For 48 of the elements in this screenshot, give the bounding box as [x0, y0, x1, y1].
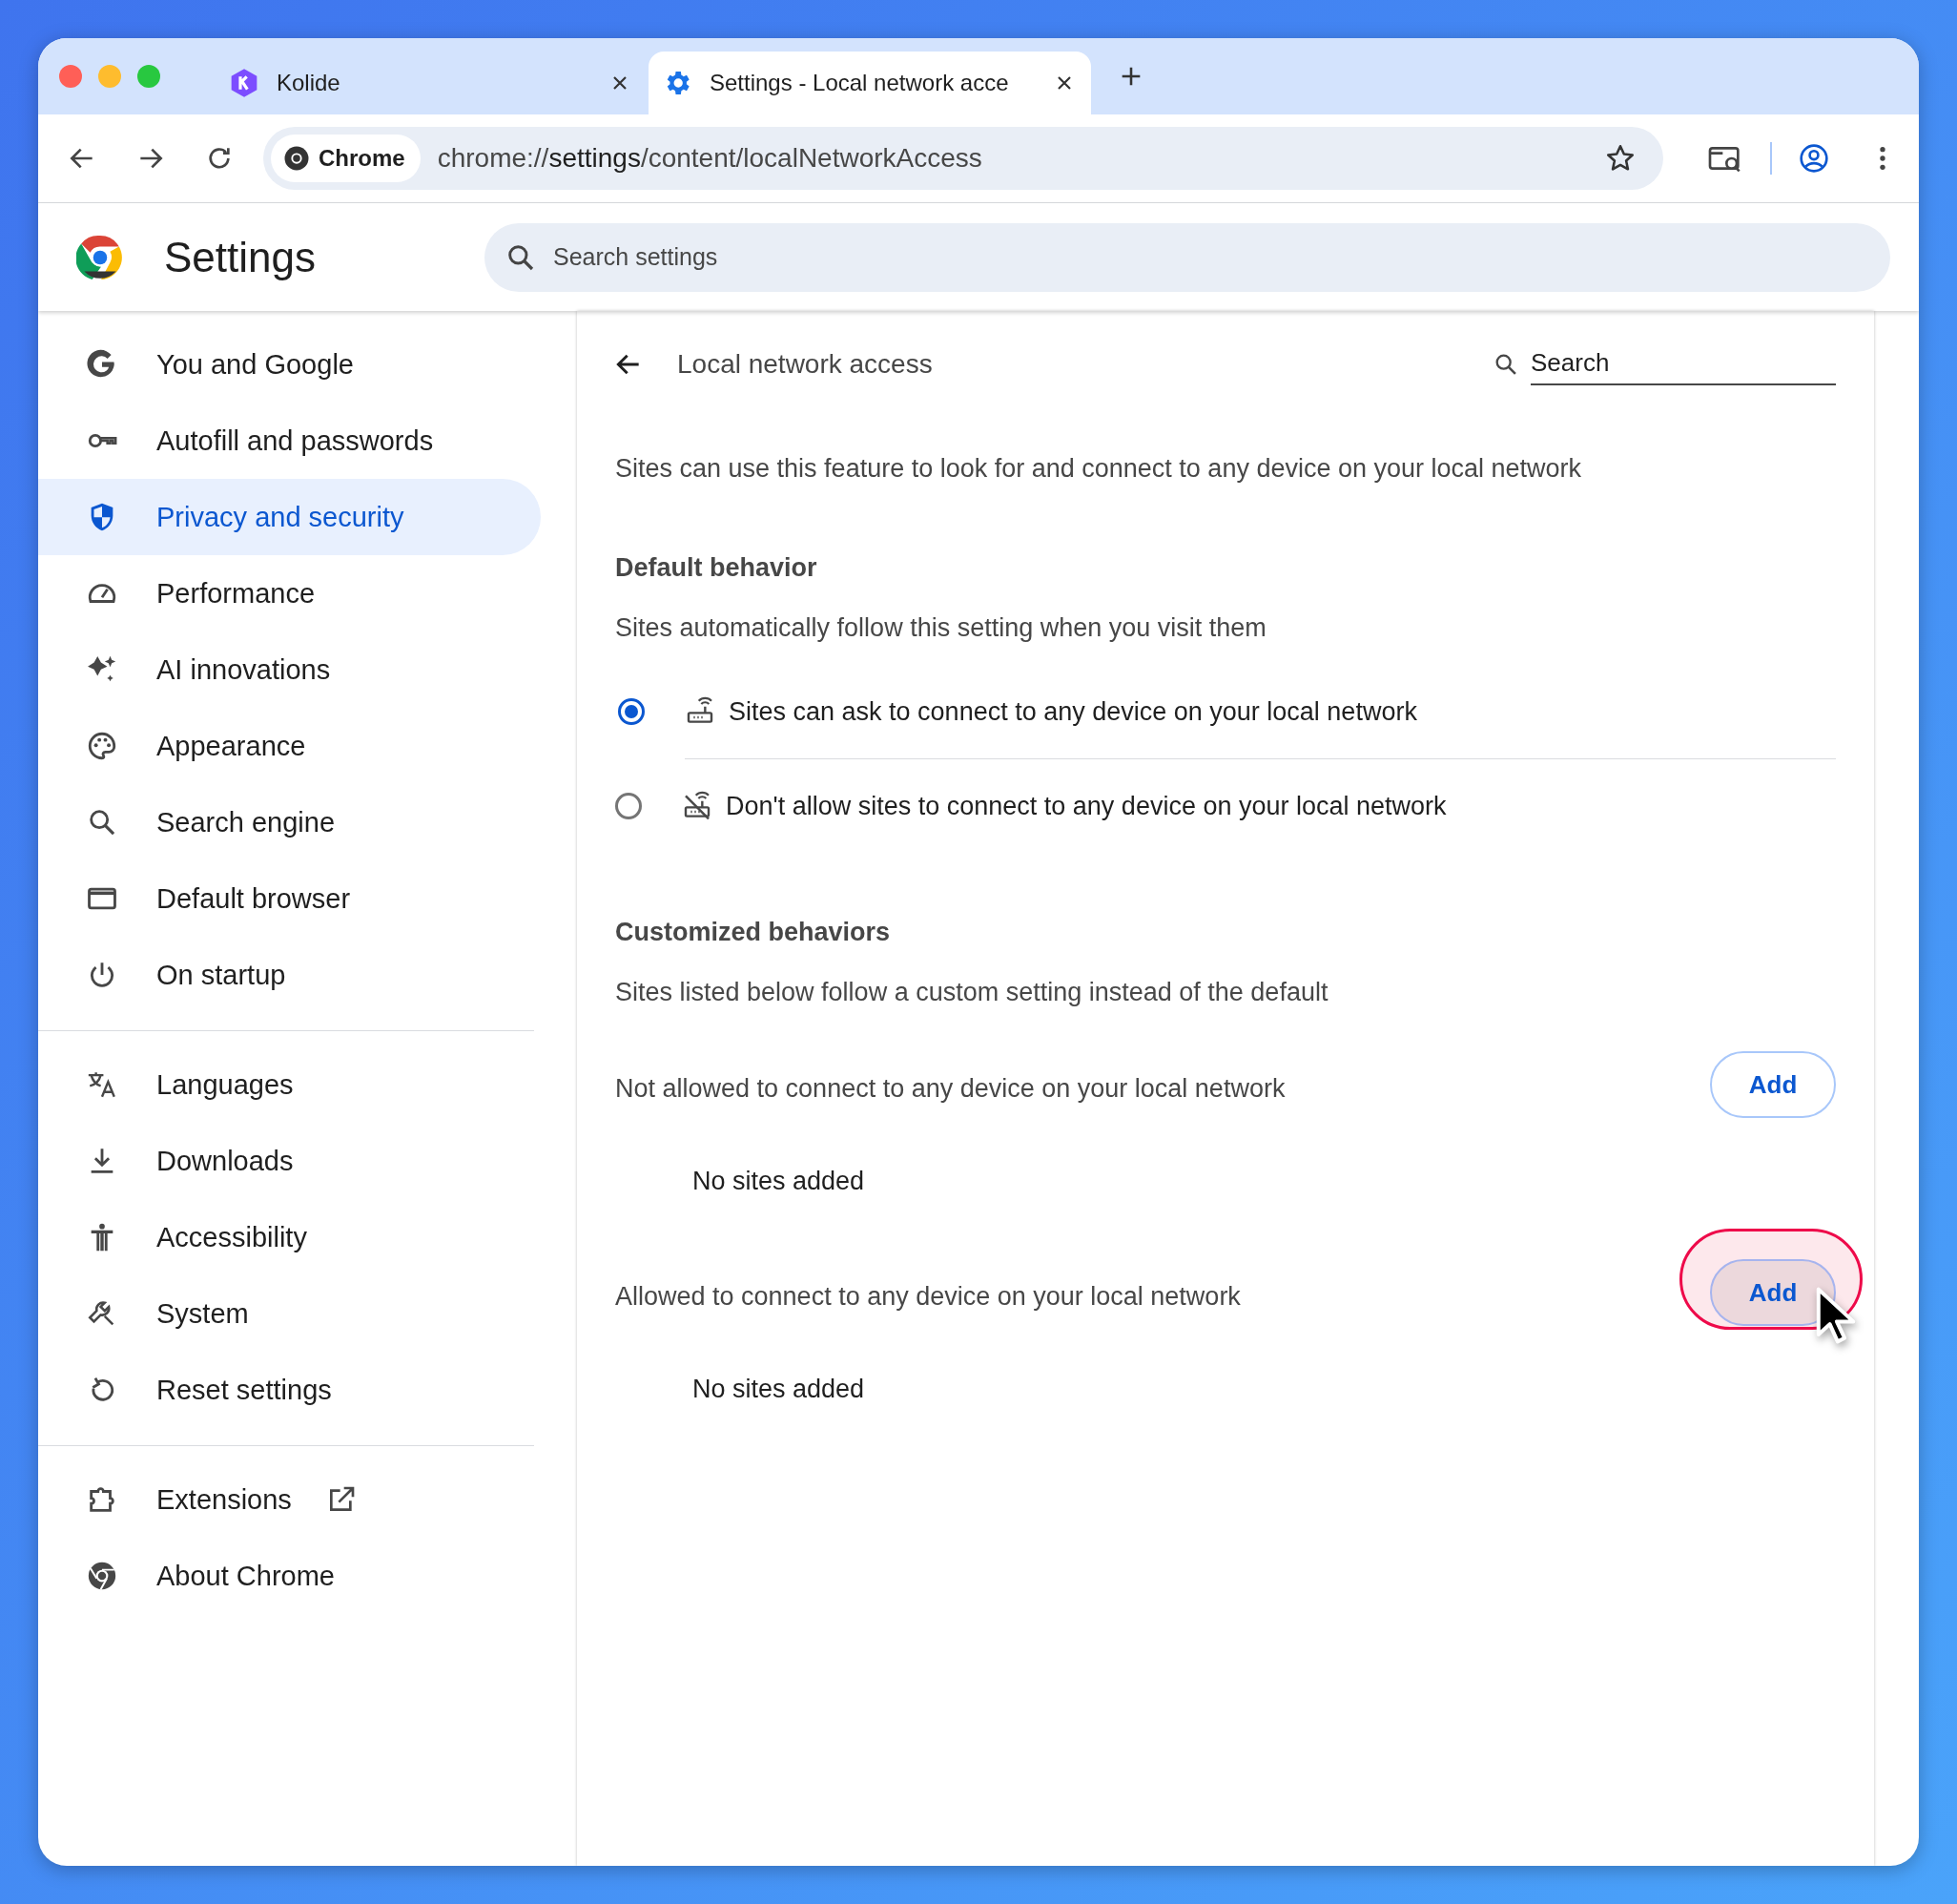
sidebar-item[interactable]: Performance — [38, 555, 541, 631]
section-subtitle: Sites automatically follow this setting when you visit them — [615, 612, 1267, 644]
router-blocked-icon — [682, 791, 712, 821]
address-bar[interactable]: Chrome chrome://settings/content/localNetworkAccess — [263, 127, 1663, 190]
sidebar-item[interactable]: System — [38, 1275, 541, 1352]
sidebar-item[interactable]: Languages — [38, 1046, 541, 1123]
sidebar-item[interactable]: AI innovations — [38, 631, 541, 708]
tab-title: Kolide — [277, 70, 341, 96]
sidebar-item[interactable]: Search engine — [38, 784, 541, 860]
chrome-icon — [86, 1560, 118, 1592]
search-field[interactable]: Search settings — [484, 222, 1890, 292]
empty-list-text: No sites added — [692, 1166, 866, 1197]
chrome-icon — [282, 144, 311, 173]
sidebar-item[interactable]: Downloads — [38, 1123, 541, 1199]
radio-label: Don't allow sites to connect to any device on your local network — [726, 791, 1447, 821]
palette-icon — [86, 730, 118, 762]
sidebar-item[interactable]: Extensions — [38, 1461, 541, 1538]
sidebar-item[interactable]: Privacy and security — [38, 479, 541, 555]
list-label: Allowed to connect to any device on your local network — [615, 1281, 1241, 1313]
sidebar-item[interactable]: About Chrome — [38, 1538, 541, 1614]
site-chip[interactable]: Chrome — [271, 135, 421, 182]
sidebar-item[interactable]: Accessibility — [38, 1199, 541, 1275]
sidebar-item[interactable]: You and Google — [38, 326, 541, 403]
sidebar-item[interactable]: Autofill and passwords — [38, 403, 541, 479]
section-heading: Default behavior — [615, 552, 818, 584]
sidebar-item[interactable]: Reset settings — [38, 1352, 541, 1428]
section-subtitle: Sites listed below follow a custom setting instead of the default — [615, 977, 1329, 1008]
add-button[interactable]: Add — [1710, 1051, 1836, 1118]
section-title: Local network access — [677, 349, 934, 380]
list-label: Not allowed to connect to any device on your local network — [615, 1073, 1286, 1105]
url-text: chrome://settings/content/localNetworkAccess — [437, 143, 983, 174]
radio-label: Sites can ask to connect to any device on your local network — [729, 696, 1417, 727]
browser-tab[interactable]: Settings - Local network acce — [649, 52, 1091, 114]
sidebar-item[interactable]: On startup — [38, 937, 541, 1013]
section-heading: Customized behaviors — [615, 917, 892, 948]
radio-button[interactable] — [615, 793, 642, 819]
chip-label: Chrome — [319, 145, 405, 172]
browser-tab[interactable]: Kolide — [216, 52, 647, 114]
k-logo-icon — [229, 68, 259, 98]
description-text: Sites can use this feature to look for and connect to any device on your local network — [615, 453, 1583, 485]
page-title: Settings — [164, 233, 317, 281]
profile-icon[interactable] — [1799, 143, 1829, 174]
sidebar-item[interactable]: Default browser — [38, 860, 541, 937]
empty-list-text: No sites added — [692, 1374, 866, 1405]
tab-title: Settings - Local network acce — [710, 70, 1010, 96]
sidebar-item[interactable]: Appearance — [38, 708, 541, 784]
radio-button[interactable] — [618, 698, 645, 725]
chrome-dev-logo-icon — [76, 233, 124, 281]
